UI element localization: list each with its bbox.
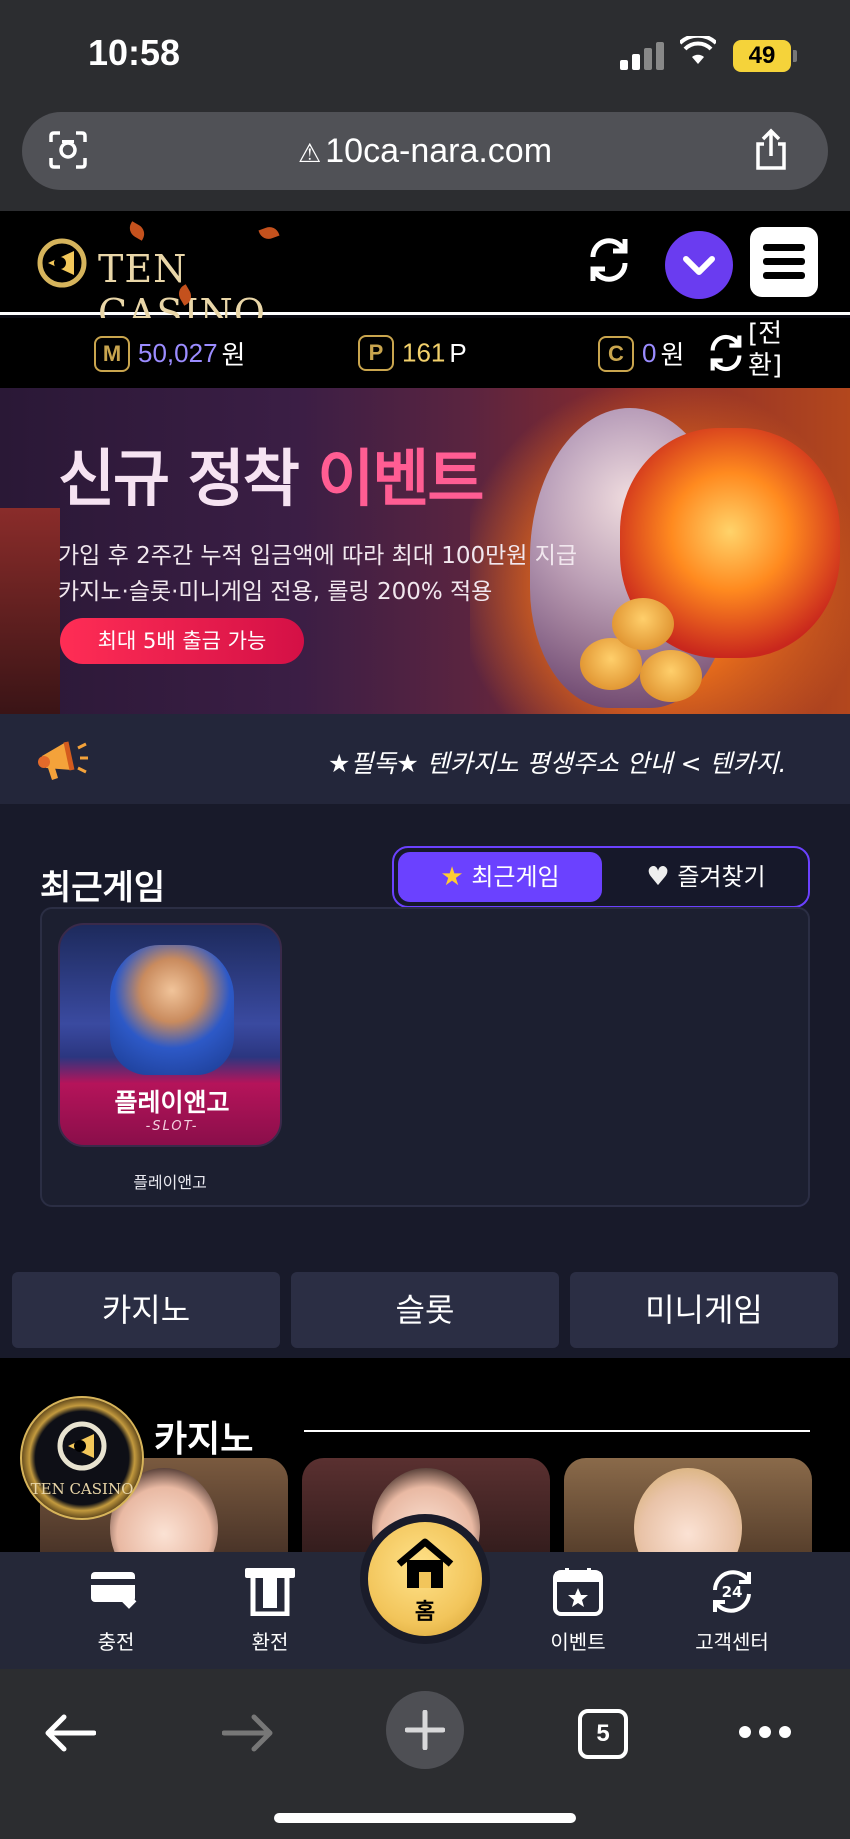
game-character-image (110, 945, 234, 1075)
section-title: 최근게임 (40, 868, 166, 908)
url-text[interactable]: ⚠ 10ca-nara.com (22, 132, 828, 171)
nav-home-button[interactable]: 홈 (360, 1514, 490, 1644)
browser-address-area: ⚠ 10ca-nara.com (0, 105, 850, 211)
battery-tip (793, 50, 797, 62)
megaphone-icon (38, 741, 88, 780)
balance-bar: M 50,027 원 P 161 P C0원 [전환] (0, 318, 850, 388)
live-casino-title: 카지노 (154, 1419, 254, 1460)
ios-status-bar: 10:58 49 (0, 0, 850, 105)
convert-refresh-icon[interactable] (706, 332, 746, 374)
banner-description: 가입 후 2주간 누적 입금액에 따라 최대 100만원 지급 카지노·슬롯·미… (58, 543, 578, 605)
tabs-button[interactable]: 5 (578, 1709, 628, 1759)
title-divider (304, 1430, 810, 1432)
support-24h-icon: 24 (713, 1570, 751, 1613)
back-arrow-icon[interactable] (44, 1713, 96, 1753)
game-card-title: 플레이앤고 (114, 1088, 230, 1117)
credit-card-icon (91, 1572, 137, 1609)
nav-event[interactable]: 이벤트 (518, 1566, 638, 1654)
home-icon (396, 1538, 454, 1588)
battery-level: 49 (733, 40, 791, 72)
chevron-down-icon (683, 256, 715, 275)
notice-text: ★필독★ 텐카지노 평생주소 안내 < 텐카지. (328, 749, 787, 778)
tab-recent-games[interactable]: ★ 최근게임 (398, 852, 602, 902)
category-minigame[interactable]: 미니게임 (570, 1272, 838, 1348)
nav-deposit[interactable]: 충전 (56, 1566, 176, 1654)
plus-icon (405, 1710, 445, 1750)
star-icon: ★ (440, 862, 464, 892)
forward-arrow-icon[interactable] (222, 1713, 274, 1753)
money-balance: M 50,027 원 (94, 335, 245, 372)
game-card[interactable]: 플레이앤고 -SLOT- (58, 923, 282, 1147)
category-tabs: 카지노 슬롯 미니게임 (0, 1258, 850, 1358)
promo-banner[interactable]: 신규 정착 이벤트 가입 후 2주간 누적 입금액에 따라 최대 100만원 지… (0, 388, 850, 714)
warning-icon: ⚠ (297, 138, 322, 168)
ten-casino-logo[interactable]: TEN CASINO (30, 221, 350, 335)
logo-emblem-icon (37, 238, 87, 288)
dropdown-button[interactable] (665, 231, 733, 299)
pagoda-illustration (0, 508, 60, 714)
cellular-signal-icon (620, 42, 666, 70)
recent-favorites-toggle: ★ 최근게임 ♥ 즐겨찾기 (392, 846, 810, 908)
home-indicator[interactable] (274, 1813, 576, 1823)
new-tab-button[interactable] (386, 1691, 464, 1769)
share-icon[interactable] (752, 128, 790, 172)
recent-games-section: 최근게임 ★ 최근게임 ♥ 즐겨찾기 플레이앤고 -SLOT- 플레이앤고 (0, 804, 850, 1258)
logo-emblem-icon (57, 1421, 107, 1471)
point-badge-icon: P (358, 335, 394, 371)
nav-support[interactable]: 24 고객센터 (672, 1566, 792, 1654)
address-bar[interactable]: ⚠ 10ca-nara.com (22, 112, 828, 190)
calendar-star-icon (553, 1568, 603, 1616)
hamburger-menu-button[interactable] (750, 227, 818, 297)
refresh-icon[interactable] (585, 235, 633, 285)
floating-logo-button[interactable]: TEN CASINO (20, 1396, 144, 1520)
atm-icon (245, 1568, 295, 1617)
money-badge-icon: M (94, 335, 130, 372)
notice-ticker[interactable]: ★필독★ 텐카지노 평생주소 안내 < 텐카지. (0, 714, 850, 804)
wifi-icon (680, 36, 716, 64)
more-options-icon[interactable] (738, 1725, 792, 1739)
category-casino[interactable]: 카지노 (12, 1272, 280, 1348)
heart-icon: ♥ (646, 862, 670, 892)
site-header: TEN CASINO (0, 211, 850, 335)
banner-title: 신규 정착 이벤트 (58, 442, 484, 515)
tab-favorites[interactable]: ♥ 즐겨찾기 (608, 852, 804, 902)
banner-cta-button[interactable]: 최대 5배 출금 가능 (60, 618, 304, 664)
svg-text:24: 24 (722, 1583, 743, 1601)
nav-withdraw[interactable]: 환전 (210, 1566, 330, 1654)
convert-button[interactable]: [전환] (748, 318, 788, 382)
status-time: 10:58 (88, 32, 181, 73)
point-balance: P 161 P (358, 335, 467, 371)
recent-games-list: 플레이앤고 -SLOT- 플레이앤고 (40, 907, 810, 1207)
coin-balance: C0원 (598, 335, 684, 372)
browser-toolbar: 5 (0, 1669, 850, 1839)
category-slot[interactable]: 슬롯 (291, 1272, 559, 1348)
game-card-subtitle: -SLOT- (145, 1119, 199, 1134)
game-name[interactable]: 플레이앤고 (58, 1169, 282, 1193)
coin-badge-icon: C (598, 335, 634, 372)
